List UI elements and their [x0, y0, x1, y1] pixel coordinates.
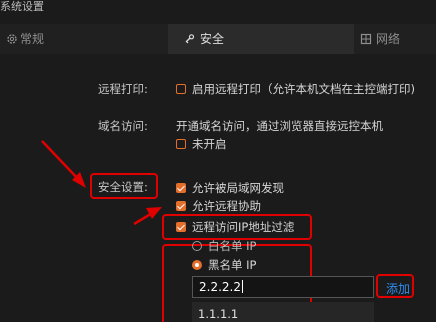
arrow-to-security-label — [41, 140, 86, 188]
tab-network[interactable]: 网络 — [354, 24, 436, 54]
tab-general-label: 常规 — [20, 32, 45, 46]
ip-list-item[interactable]: 1.1.1.1 — [198, 307, 238, 321]
ip-list: 1.1.1.1 — [192, 302, 374, 322]
ip-filter-checkbox[interactable] — [176, 222, 186, 232]
remote-assist-option[interactable]: 允许远程协助 — [192, 198, 261, 214]
tab-bar: 常规 安全 网络 — [0, 24, 436, 54]
security-label: 安全设置: — [98, 180, 148, 194]
whitelist-label[interactable]: 白名单 IP — [208, 238, 256, 254]
network-icon — [360, 33, 372, 45]
domain-access-description: 开通域名访问，通过浏览器直接远控本机 — [176, 119, 383, 133]
tab-security-label: 安全 — [200, 32, 225, 46]
domain-access-label: 域名访问: — [98, 119, 148, 133]
window-title: 系统设置 — [0, 0, 44, 13]
lan-discovery-checkbox[interactable] — [176, 183, 186, 193]
tab-security[interactable]: 安全 — [168, 24, 354, 54]
tab-general[interactable]: 常规 — [0, 24, 168, 54]
blacklist-label[interactable]: 黑名单 IP — [208, 257, 256, 273]
gear-icon — [7, 34, 17, 44]
arrow-to-ip-filter — [133, 207, 162, 226]
ip-filter-option[interactable]: 远程访问IP地址过滤 — [192, 219, 294, 235]
add-ip-button[interactable]: 添加 — [386, 280, 410, 297]
whitelist-radio[interactable] — [192, 241, 202, 251]
remote-assist-checkbox[interactable] — [176, 201, 186, 211]
shield-key-icon — [185, 34, 195, 44]
lan-discovery-option[interactable]: 允许被局域网发现 — [192, 180, 284, 196]
text-caret — [241, 280, 243, 293]
blacklist-radio[interactable] — [192, 260, 202, 270]
remote-print-checkbox[interactable] — [176, 84, 186, 94]
tab-network-label: 网络 — [376, 32, 401, 46]
ip-address-input-value: 2.2.2.2 — [199, 280, 241, 294]
remote-print-option[interactable]: 启用远程打印（允许本机文档在主控端打印) — [192, 81, 415, 97]
remote-print-label: 远程打印: — [98, 82, 148, 96]
domain-access-option[interactable]: 未开启 — [192, 136, 227, 152]
domain-access-checkbox[interactable] — [176, 139, 186, 149]
ip-address-input[interactable]: 2.2.2.2 — [192, 276, 374, 298]
